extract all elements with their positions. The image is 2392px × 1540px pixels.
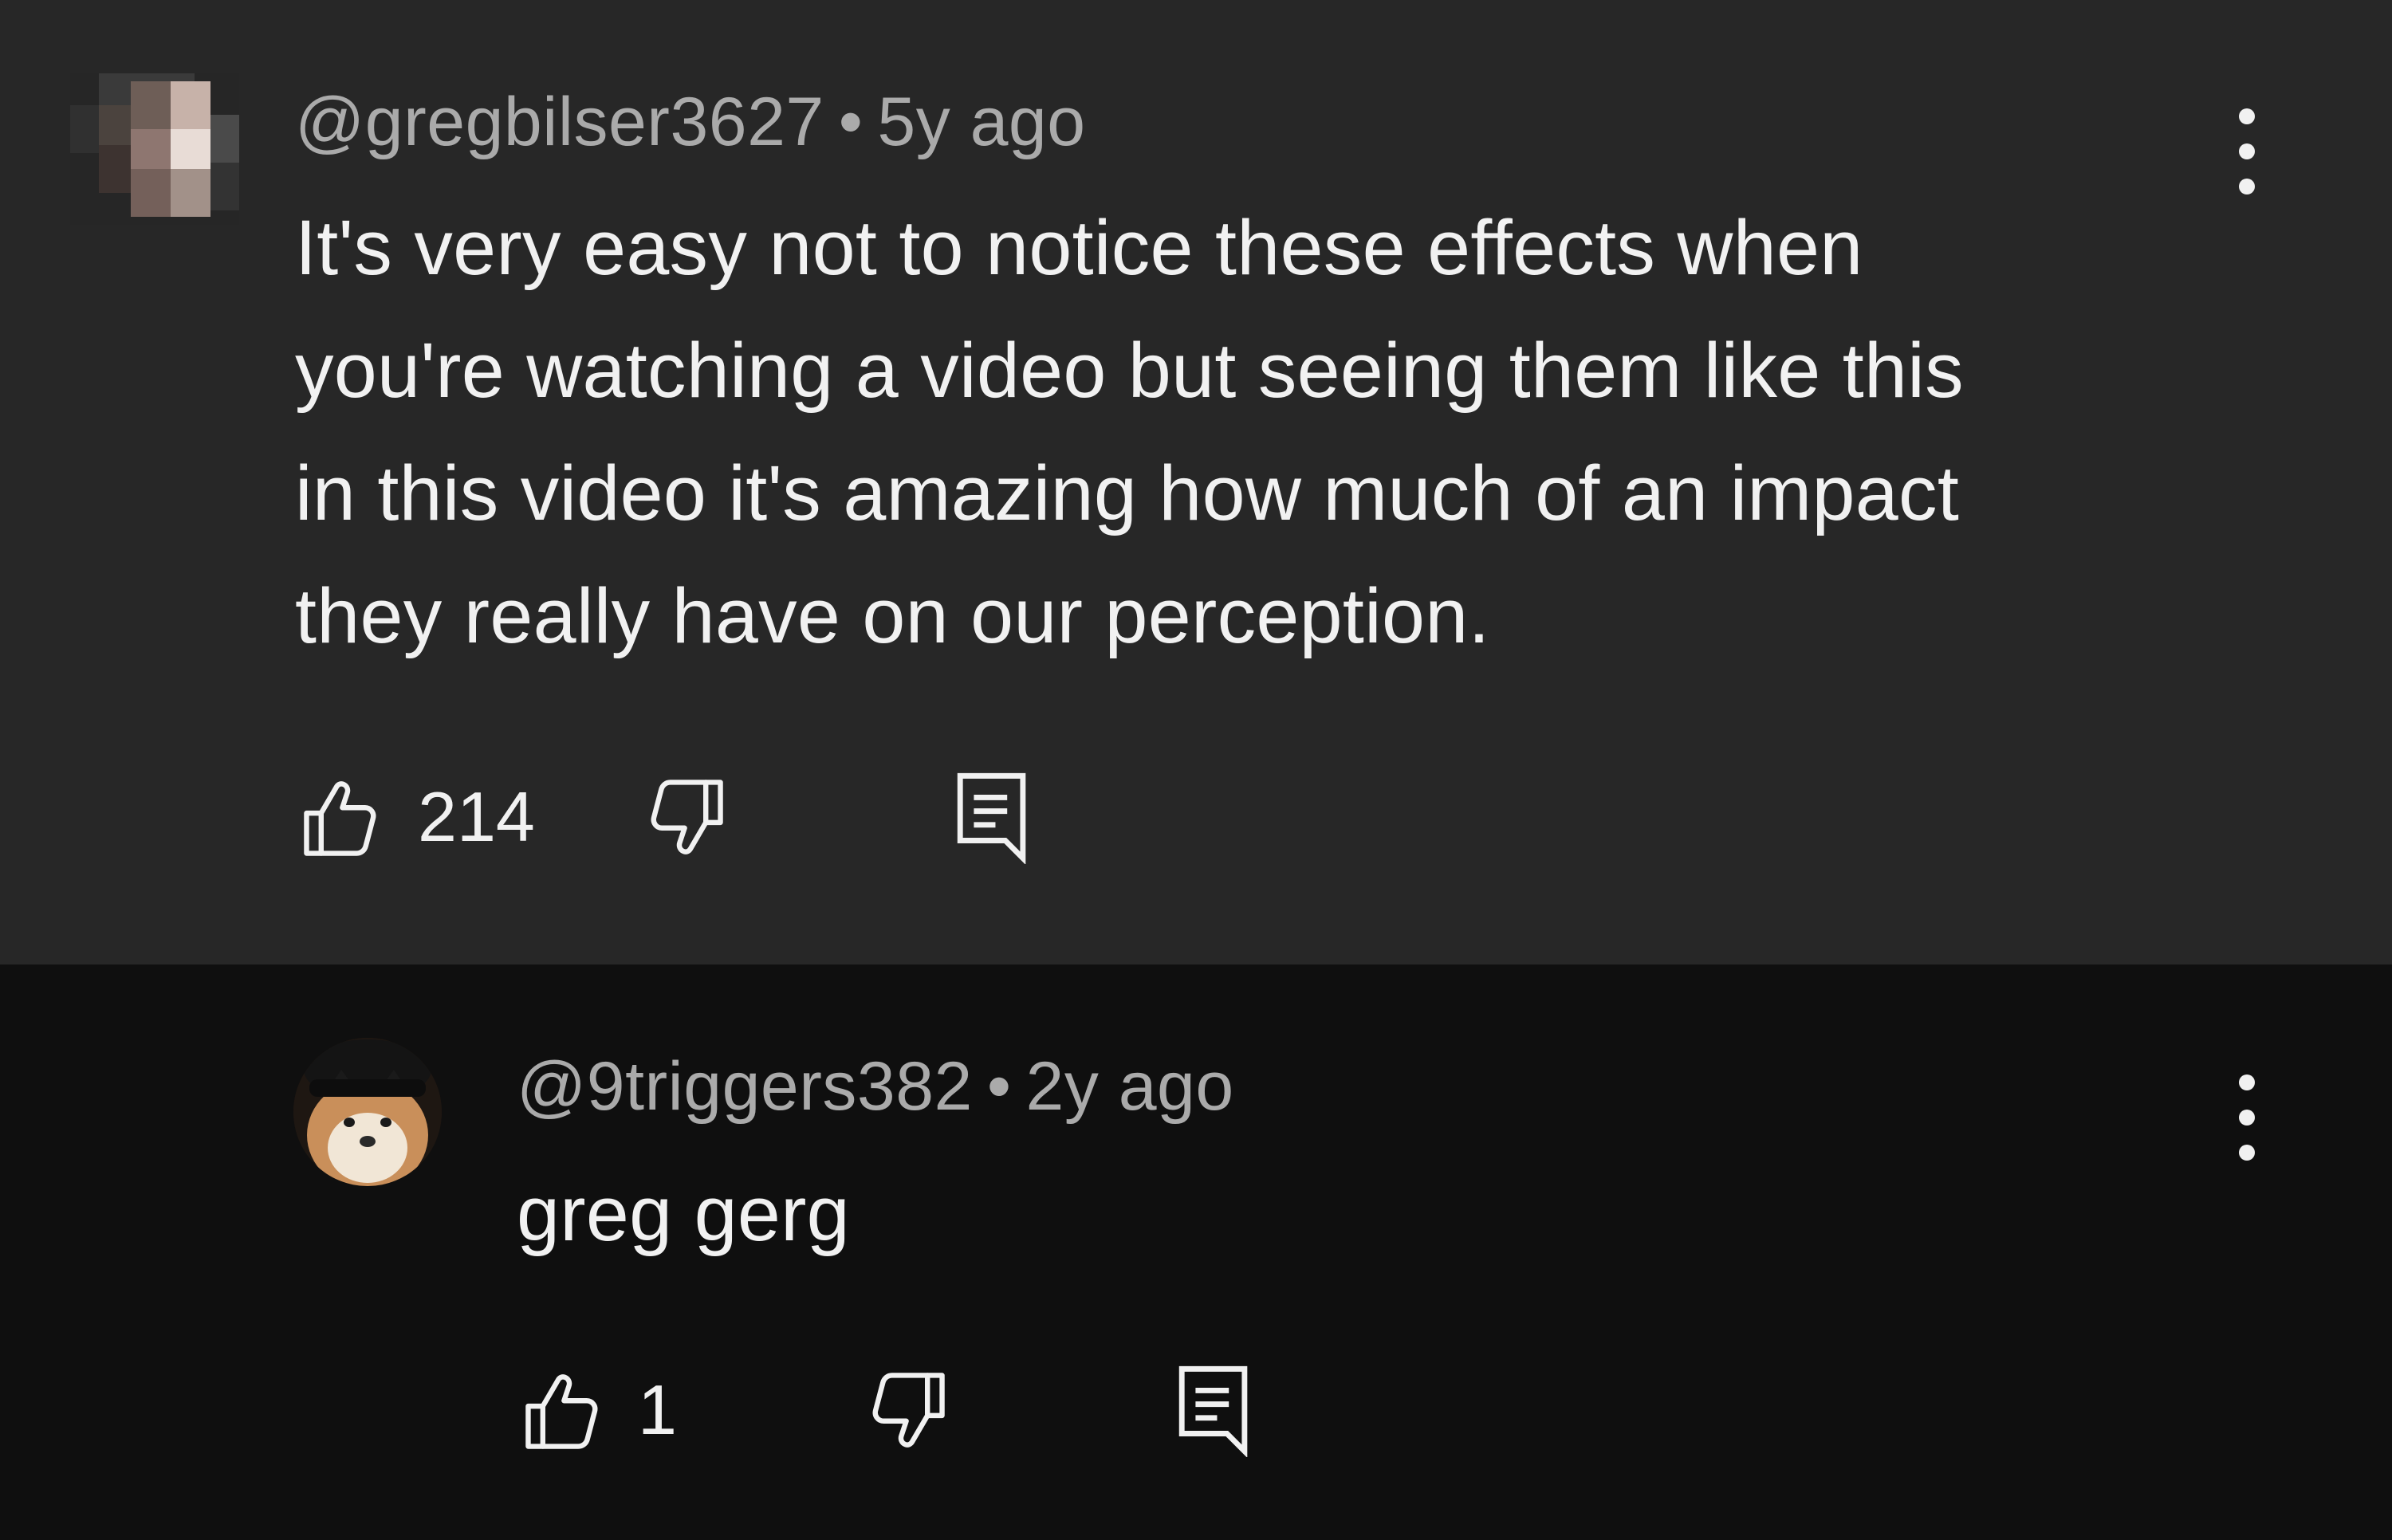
- reply-button[interactable]: [1175, 1363, 1255, 1457]
- dislike-button[interactable]: [861, 1366, 954, 1454]
- meta-separator: •: [986, 1048, 1012, 1125]
- thumbs-up-icon: [304, 781, 376, 856]
- like-button[interactable]: [517, 1368, 609, 1456]
- comment-text-line: in this video it's amazing how much of a…: [295, 450, 1960, 536]
- reply-thread: @9triggers382 • 2y ago greg gerg 1: [0, 964, 2392, 1540]
- comments-screen: @gregbilser3627 • 5y ago It's very easy no…: [0, 0, 2392, 1540]
- reply-button[interactable]: [954, 770, 1033, 864]
- like-count: 1: [638, 1370, 677, 1449]
- comment-text-line: It's very easy not to notice these effec…: [295, 204, 1863, 291]
- like-button[interactable]: [295, 775, 388, 862]
- comment-text: It's very easy not to notice these effec…: [295, 187, 1964, 678]
- dog-avatar-icon: [293, 1038, 442, 1186]
- comment-meta: @9triggers382 • 2y ago: [517, 1047, 1234, 1126]
- comment-text: greg gerg: [517, 1153, 850, 1275]
- thumbs-down-icon: [872, 1373, 945, 1448]
- more-vertical-icon[interactable]: [2231, 1074, 2263, 1162]
- reply-icon: [1178, 1365, 1248, 1457]
- comment-text-line: greg gerg: [517, 1170, 850, 1257]
- like-count: 214: [418, 777, 535, 856]
- author-handle[interactable]: @gregbilser3627: [295, 84, 824, 160]
- meta-separator: •: [838, 84, 864, 160]
- dislike-button[interactable]: [639, 773, 732, 861]
- comment-thread: @gregbilser3627 • 5y ago It's very easy no…: [0, 0, 2392, 964]
- more-vertical-icon[interactable]: [2231, 108, 2263, 196]
- avatar[interactable]: [293, 1038, 442, 1186]
- avatar[interactable]: [70, 73, 239, 225]
- comment-text-line: they really have on our perception.: [295, 572, 1490, 659]
- thumbs-down-icon: [651, 780, 723, 854]
- comment-timestamp: 5y ago: [877, 84, 1086, 160]
- author-handle[interactable]: @9triggers382: [517, 1048, 973, 1125]
- comment-timestamp: 2y ago: [1025, 1048, 1234, 1125]
- thumbs-up-icon: [525, 1374, 598, 1449]
- comment-text-line: you're watching a video but seeing them …: [295, 327, 1964, 414]
- reply-icon: [957, 772, 1026, 864]
- comment-meta: @gregbilser3627 • 5y ago: [295, 83, 1086, 162]
